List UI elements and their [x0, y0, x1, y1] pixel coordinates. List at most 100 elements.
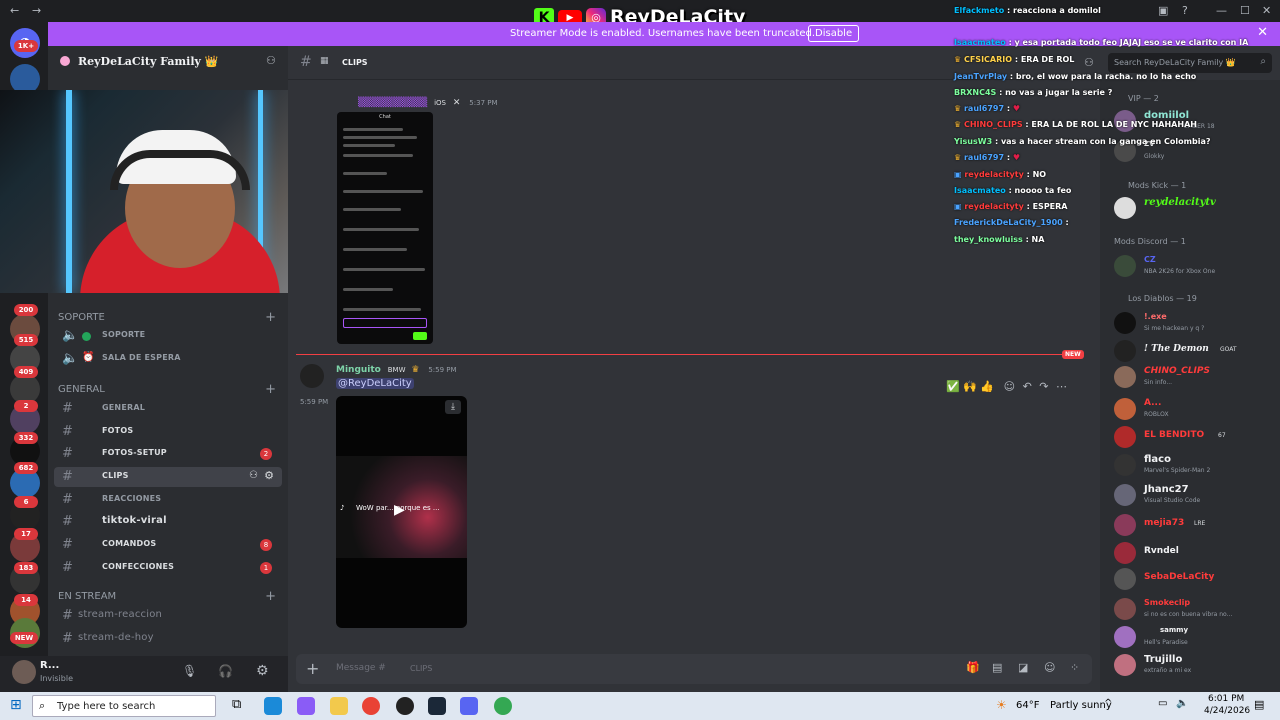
member-item[interactable]: ! The Demon GOAT: [1114, 338, 1278, 364]
search-box[interactable]: Search ReyDeLaCity Family 👑 ⌕: [1108, 53, 1272, 73]
sticker-icon[interactable]: ◪: [1018, 661, 1028, 674]
avatar[interactable]: [12, 660, 36, 684]
category-soporte[interactable]: SOPORTE: [58, 312, 105, 323]
windows-start-icon[interactable]: ⊞: [10, 697, 22, 713]
add-channel-icon[interactable]: +: [265, 382, 276, 397]
reply-icon[interactable]: ↶: [1023, 380, 1032, 393]
forward-arrow-icon[interactable]: →: [32, 4, 41, 17]
channel-comandos[interactable]: # COMANDOS 8: [54, 535, 282, 555]
gear-icon[interactable]: ⚙: [264, 469, 274, 482]
add-channel-icon[interactable]: +: [265, 310, 276, 325]
member-item[interactable]: flaco Marvel's Spider-Man 2: [1114, 452, 1278, 478]
taskbar-search-input[interactable]: Type here to search: [57, 701, 155, 712]
member-item[interactable]: mejia73 LRE: [1114, 512, 1278, 538]
hands-reaction-icon[interactable]: 🙌: [963, 380, 977, 393]
steam-icon[interactable]: [428, 697, 446, 715]
download-icon[interactable]: ⤓: [445, 400, 461, 414]
author-name[interactable]: ▒▒▒▒▒▒▒▒▒▒: [358, 98, 427, 108]
help-icon[interactable]: ?: [1182, 4, 1188, 17]
invite-icon[interactable]: ⚇: [249, 470, 258, 481]
channel-label: REACCIONES: [102, 494, 162, 503]
channel-general[interactable]: # GENERAL: [54, 399, 282, 419]
channel-stream-reaccion[interactable]: # stream-reaccion: [54, 606, 282, 626]
member-item[interactable]: CZ NBA 2K26 for Xbox One: [1114, 253, 1278, 279]
add-channel-icon[interactable]: +: [265, 589, 276, 604]
disable-button[interactable]: Disable: [808, 25, 860, 42]
member-item[interactable]: !.exe Si me hackean y q ?: [1114, 310, 1278, 336]
message-input[interactable]: Message #: [336, 663, 386, 673]
forward-icon[interactable]: ↷: [1039, 380, 1048, 393]
video-attachment[interactable]: ⤓ WoW par... porque es ... ♪ ▶: [336, 396, 467, 628]
chrome-icon[interactable]: [362, 697, 380, 715]
clock-time[interactable]: 6:01 PM: [1208, 694, 1244, 704]
member-item[interactable]: Smokeclip si no es con buena vibra no...: [1114, 596, 1278, 622]
channel-reacciones[interactable]: # REACCIONES: [54, 490, 282, 510]
channel-clips[interactable]: # CLIPS ⚇ ⚙: [54, 467, 282, 487]
maximize-icon[interactable]: ☐: [1240, 4, 1250, 17]
member-item[interactable]: A... ROBLOX: [1114, 396, 1278, 422]
member-item[interactable]: sammy Hell's Paradise: [1114, 624, 1278, 650]
thumbs-up-reaction-icon[interactable]: 👍: [980, 380, 994, 393]
chevron-down-icon[interactable]: ⌄: [208, 54, 216, 65]
member-item[interactable]: Trujillo extraño a mi ex: [1114, 652, 1278, 678]
member-item[interactable]: SebaDeLaCity: [1114, 566, 1278, 592]
minimize-icon[interactable]: —: [1216, 4, 1227, 17]
headphones-icon[interactable]: 🎧: [218, 664, 233, 678]
tray-chevron-icon[interactable]: ^: [1104, 698, 1112, 709]
add-attachment-icon[interactable]: +: [306, 659, 319, 678]
gif-icon[interactable]: ▤: [992, 661, 1002, 674]
discord-icon[interactable]: [460, 697, 478, 715]
play-icon[interactable]: ▶: [394, 502, 405, 518]
check-reaction-icon[interactable]: ✅: [946, 380, 960, 393]
inbox-icon[interactable]: ▣: [1158, 4, 1168, 17]
file-explorer-icon[interactable]: [330, 697, 348, 715]
taskbar-search[interactable]: ⌕ Type here to search: [32, 695, 216, 717]
channel-fotos-setup[interactable]: # FOTOS-SETUP 2: [54, 444, 282, 464]
chat-user: JeanTvrPlay: [954, 72, 1008, 81]
add-friend-icon[interactable]: ⚇: [266, 54, 276, 67]
chat-user: CHINO_CLIPS: [963, 120, 1023, 129]
member-item[interactable]: CHINO_CLIPS Sin info...: [1114, 364, 1278, 390]
obs-icon[interactable]: [396, 697, 414, 715]
voice-channel-sala-de-espera[interactable]: 🔈 ⏰ SALA DE ESPERA: [54, 349, 282, 369]
chrome-alt-icon[interactable]: [494, 697, 512, 715]
channel-fotos[interactable]: # FOTOS: [54, 422, 282, 442]
weather-icon[interactable]: ☀: [996, 698, 1007, 712]
close-banner-icon[interactable]: ✕: [1257, 25, 1268, 40]
channel-stream-de-hoy[interactable]: # stream-de-hoy: [54, 629, 282, 649]
category-general[interactable]: GENERAL: [58, 384, 105, 395]
member-item[interactable]: Jhanc27 Visual Studio Code: [1114, 482, 1278, 508]
members-icon[interactable]: ⚇: [1084, 56, 1094, 69]
avatar: [1114, 454, 1136, 476]
attached-screenshot[interactable]: Chat: [337, 112, 433, 344]
volume-icon[interactable]: 🔈: [1176, 698, 1188, 709]
category-en-stream[interactable]: EN STREAM: [58, 591, 116, 602]
member-item[interactable]: Rvndel: [1114, 540, 1278, 566]
message-avatar[interactable]: [300, 364, 324, 388]
member-item[interactable]: reydelacitytv: [1114, 195, 1278, 221]
voice-channel-soporte[interactable]: 🔈 SOPORTE: [54, 326, 282, 346]
member-item[interactable]: EL BENDITO 67: [1114, 424, 1278, 450]
search-input[interactable]: Search ReyDeLaCity Family 👑: [1114, 58, 1236, 67]
emoji-icon[interactable]: ☺: [1044, 661, 1055, 674]
mention[interactable]: @ReyDeLaCity: [336, 378, 414, 389]
edge-icon[interactable]: [264, 697, 282, 715]
microphone-icon[interactable]: 🎙: [182, 664, 197, 678]
gear-icon[interactable]: ⚙: [256, 663, 269, 679]
notifications-icon[interactable]: ▤: [1254, 698, 1264, 711]
guild-name[interactable]: ReyDeLaCity Family 👑: [78, 55, 218, 68]
apps-icon[interactable]: ⁘: [1070, 661, 1079, 674]
task-view-icon[interactable]: ⧉: [232, 697, 241, 712]
avatar: [1114, 197, 1136, 219]
close-window-icon[interactable]: ✕: [1262, 4, 1271, 17]
gift-icon[interactable]: 🎁: [966, 661, 980, 674]
clock-date[interactable]: 4/24/2026: [1204, 706, 1250, 716]
back-arrow-icon[interactable]: ←: [10, 4, 19, 17]
channel-confecciones[interactable]: # CONFECCIONES 1: [54, 558, 282, 578]
copilot-icon[interactable]: [297, 697, 315, 715]
author-name[interactable]: Minguito: [336, 365, 381, 375]
add-reaction-icon[interactable]: ☺: [1004, 380, 1015, 393]
network-icon[interactable]: ▭: [1158, 698, 1167, 709]
channel-tiktok-viral[interactable]: # tiktok-viral: [54, 512, 282, 532]
more-options-icon[interactable]: ⋯: [1056, 380, 1067, 393]
